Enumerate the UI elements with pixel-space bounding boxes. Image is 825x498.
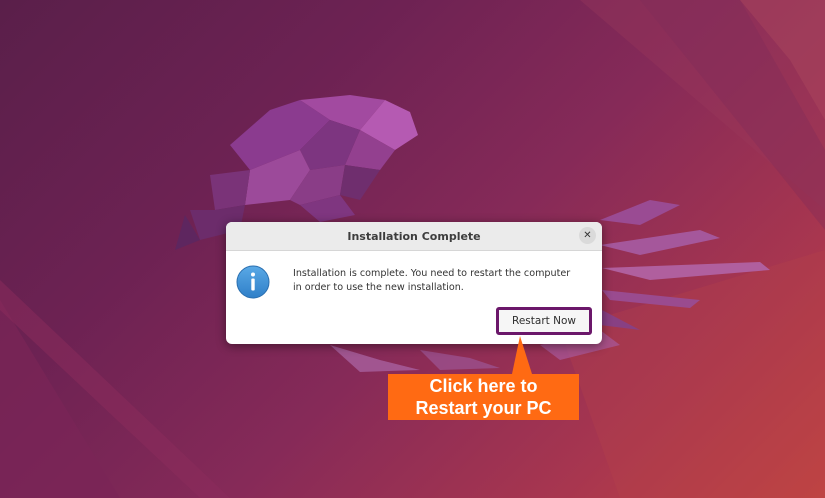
desktop: Installation Complete ✕ Installation is … xyxy=(0,0,825,498)
callout-line-2: Restart your PC xyxy=(415,398,552,418)
callout-pointer xyxy=(512,336,532,374)
close-icon: ✕ xyxy=(583,230,592,241)
dialog-title: Installation Complete xyxy=(347,229,481,243)
dialog-titlebar: Installation Complete ✕ xyxy=(226,222,602,251)
dialog-message: Installation is complete. You need to re… xyxy=(293,267,593,295)
restart-now-button[interactable]: Restart Now xyxy=(496,307,592,335)
instruction-callout: Click here to Restart your PC xyxy=(388,374,579,420)
message-line-2: in order to use the new installation. xyxy=(293,282,464,293)
callout-line-1: Click here to xyxy=(429,376,538,396)
installation-complete-dialog: Installation Complete ✕ Installation is … xyxy=(226,222,602,344)
close-button[interactable]: ✕ xyxy=(579,227,596,244)
info-icon xyxy=(236,265,270,299)
message-line-1: Installation is complete. You need to re… xyxy=(293,268,571,279)
